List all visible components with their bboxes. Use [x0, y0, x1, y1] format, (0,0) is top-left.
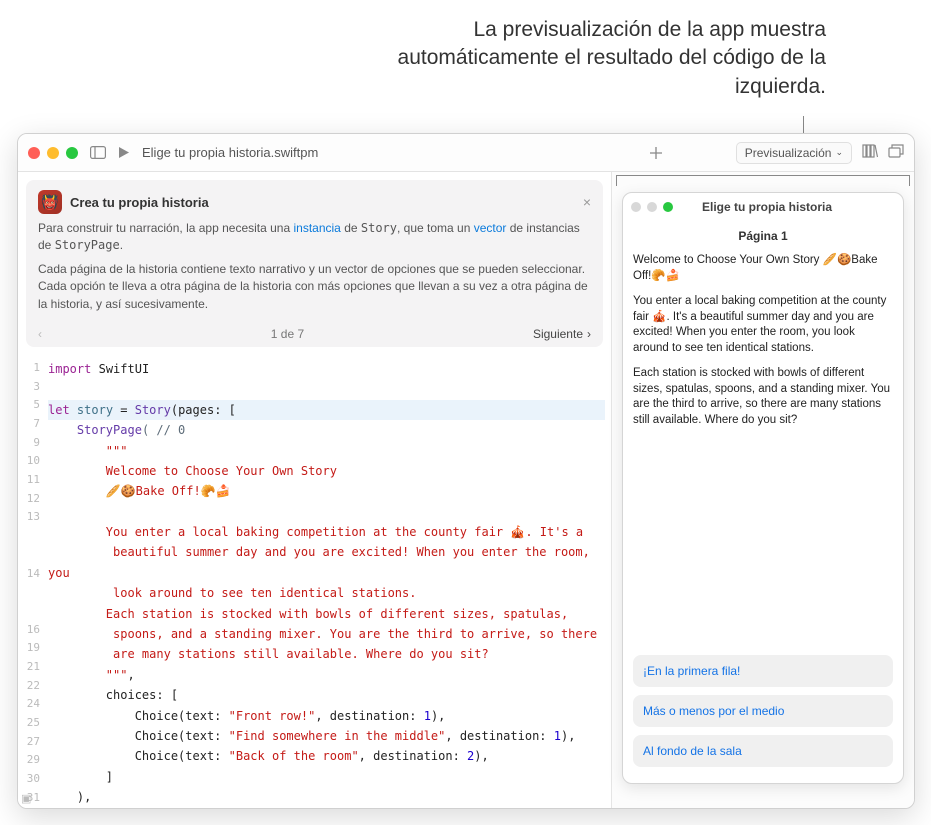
annotation-callout-text: La previsualización de la app muestra au…: [326, 16, 826, 101]
window-traffic-lights: [28, 147, 78, 159]
preview-paragraph: Welcome to Choose Your Own Story 🥖🍪Bake …: [633, 253, 893, 284]
code-editor[interactable]: 1 3 5 7 9 10 11 12 13 14 16 19 21 22 24 …: [18, 355, 611, 808]
instruction-panel: 👹 Crea tu propia historia × Para constru…: [26, 180, 603, 347]
file-title: Elige tu propia historia.swiftpm: [142, 145, 648, 160]
preview-story-text: Welcome to Choose Your Own Story 🥖🍪Bake …: [633, 253, 893, 438]
story-app-icon: 👹: [38, 190, 62, 214]
zoom-button[interactable]: [66, 147, 78, 159]
close-button[interactable]: [28, 147, 40, 159]
preview-window-title: Elige tu propia historia: [639, 200, 895, 214]
instruction-text: .: [120, 238, 123, 252]
run-play-icon[interactable]: [118, 146, 130, 159]
minimize-button[interactable]: [47, 147, 59, 159]
code-token-story: Story: [361, 221, 397, 235]
instruction-progress: 1 de 7: [42, 327, 533, 341]
link-vector[interactable]: vector: [474, 221, 507, 235]
instruction-text: Para construir tu narración, la app nece…: [38, 221, 293, 235]
code-gutter: 1 3 5 7 9 10 11 12 13 14 16 19 21 22 24 …: [18, 355, 46, 808]
code-token-storypage: StoryPage: [55, 238, 120, 252]
callout-bracket: [616, 175, 910, 187]
library-icon[interactable]: [862, 144, 878, 162]
instruction-text: , que toma un: [397, 221, 474, 235]
preview-paragraph: You enter a local baking competition at …: [633, 294, 893, 356]
next-button[interactable]: Siguiente ›: [533, 327, 591, 341]
left-pane: 👹 Crea tu propia historia × Para constru…: [18, 172, 612, 808]
choice-button-2[interactable]: Más o menos por el medio: [633, 695, 893, 727]
main-app-window: Elige tu propia historia.swiftpm Previsu…: [17, 133, 915, 809]
preview-pane: Elige tu propia historia Página 1 Welcom…: [612, 172, 914, 808]
instruction-text: de: [341, 221, 361, 235]
instruction-paragraph-2: Cada página de la historia contiene text…: [38, 261, 591, 313]
titlebar: Elige tu propia historia.swiftpm Previsu…: [18, 134, 914, 172]
instruction-body: Para construir tu narración, la app nece…: [38, 220, 591, 313]
preview-mode-dropdown[interactable]: Previsualización ⌄: [736, 142, 852, 164]
instruction-title: Crea tu propia historia: [70, 195, 575, 210]
link-instancia[interactable]: instancia: [293, 221, 340, 235]
choice-button-1[interactable]: ¡En la primera fila!: [633, 655, 893, 687]
main-split: 👹 Crea tu propia historia × Para constru…: [18, 172, 914, 808]
add-plus-icon[interactable]: [648, 145, 664, 161]
stack-windows-icon[interactable]: [888, 144, 904, 162]
sidebar-toggle-icon[interactable]: [90, 146, 106, 159]
next-button-label: Siguiente: [533, 327, 583, 341]
chevron-down-icon: ⌄: [835, 147, 843, 158]
preview-titlebar: Elige tu propia historia: [623, 193, 903, 221]
preview-page-label: Página 1: [633, 229, 893, 243]
preview-app-window: Elige tu propia historia Página 1 Welcom…: [622, 192, 904, 784]
preview-body: Página 1 Welcome to Choose Your Own Stor…: [623, 221, 903, 783]
corner-status-icon: ▣: [21, 792, 31, 805]
preview-paragraph: Each station is stocked with bowls of di…: [633, 366, 893, 428]
chevron-right-icon: ›: [587, 327, 591, 341]
close-icon[interactable]: ×: [583, 194, 591, 210]
preview-dropdown-label: Previsualización: [745, 146, 832, 160]
code-content[interactable]: import SwiftUI let story = Story(pages: …: [46, 355, 611, 808]
choice-button-3[interactable]: Al fondo de la sala: [633, 735, 893, 767]
